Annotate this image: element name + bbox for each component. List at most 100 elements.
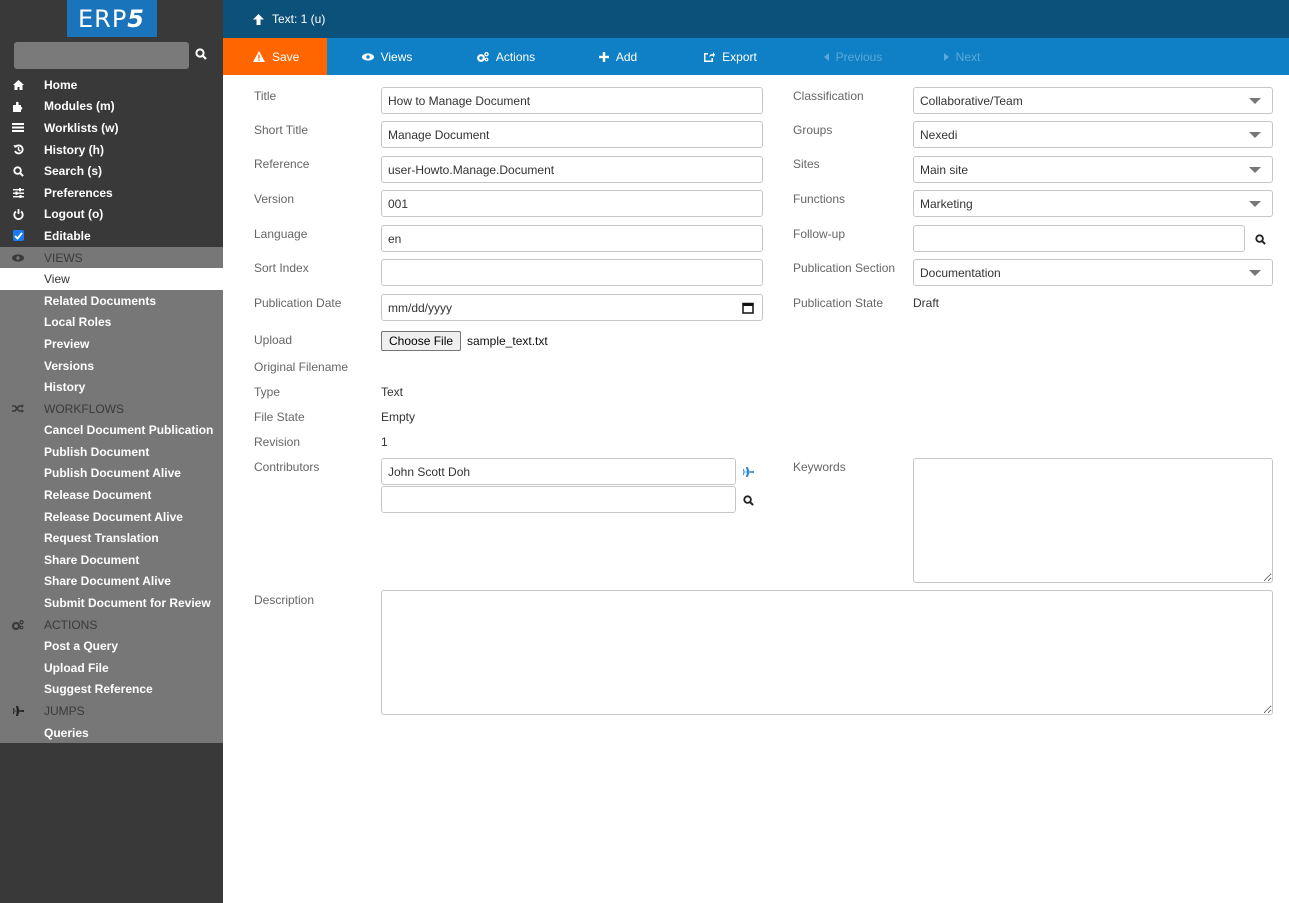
publication-state-label: Publication State	[793, 296, 884, 310]
sites-label: Sites	[793, 157, 820, 171]
puzzle-icon	[0, 101, 44, 112]
sidebar-item-editable[interactable]: Editable	[0, 225, 223, 247]
short-title-input[interactable]	[381, 121, 763, 148]
groups-label: Groups	[793, 123, 833, 137]
cogs-icon	[0, 619, 44, 630]
sidebar-view-history[interactable]: History	[0, 376, 223, 398]
sidebar-action-suggest-reference[interactable]: Suggest Reference	[0, 678, 223, 701]
classification-select[interactable]: Collaborative/Team	[913, 87, 1273, 114]
sidebar-workflow-item[interactable]: Share Document	[0, 549, 223, 571]
version-label: Version	[254, 192, 295, 206]
chevron-down-icon	[1249, 166, 1261, 173]
functions-label: Functions	[793, 192, 846, 206]
add-button[interactable]: Add	[565, 38, 671, 75]
plus-icon	[598, 51, 609, 62]
keywords-textarea[interactable]	[913, 458, 1273, 583]
functions-select[interactable]: Marketing	[913, 190, 1273, 217]
export-button[interactable]: Export	[671, 38, 789, 75]
sidebar-item-home[interactable]: Home	[0, 74, 223, 96]
sidebar-workflow-item[interactable]: Release Document	[0, 484, 223, 506]
upload-filename: sample_text.txt	[467, 334, 548, 348]
sidebar-jump-queries[interactable]: Queries	[0, 721, 223, 744]
views-button[interactable]: Views	[327, 38, 447, 75]
sidebar-workflow-item[interactable]: Cancel Document Publication	[0, 419, 223, 442]
title-input[interactable]	[381, 87, 763, 114]
sidebar-workflow-item[interactable]: Share Document Alive	[0, 570, 223, 593]
revision-value: 1	[381, 435, 388, 449]
sidebar-workflow-item[interactable]: Publish Document Alive	[0, 462, 223, 485]
breadcrumb[interactable]: Text: 1 (u)	[253, 12, 325, 26]
share-square-icon	[703, 51, 716, 62]
sites-select[interactable]: Main site	[913, 156, 1273, 183]
description-textarea[interactable]	[381, 590, 1273, 715]
sidebar-section-workflows: WORKFLOWS Cancel Document Publication Pu…	[0, 397, 223, 614]
publication-section-select[interactable]: Documentation	[913, 259, 1273, 286]
arrow-up-icon	[253, 13, 264, 25]
history-icon	[0, 144, 44, 155]
sidebar-item-search[interactable]: Search (s)	[0, 160, 223, 182]
previous-button[interactable]: Previous	[789, 38, 917, 75]
sidebar-item-worklists[interactable]: Worklists (w)	[0, 117, 223, 139]
sidebar-section-actions: ACTIONS Post a Query Upload File Suggest…	[0, 613, 223, 701]
search-icon[interactable]	[189, 47, 213, 63]
sidebar-view-preview[interactable]: Preview	[0, 333, 223, 355]
file-state-value: Empty	[381, 410, 416, 424]
publication-section-label: Publication Section	[793, 261, 896, 275]
choose-file-button[interactable]: Choose File	[381, 331, 462, 351]
tasks-icon	[0, 123, 44, 133]
description-label: Description	[254, 593, 315, 607]
title-label: Title	[254, 89, 277, 103]
short-title-label: Short Title	[254, 123, 309, 137]
sidebar-view-related-documents[interactable]: Related Documents	[0, 289, 223, 312]
plane-icon	[0, 706, 44, 717]
sidebar-view-view[interactable]: View	[0, 268, 223, 290]
save-button[interactable]: Save	[223, 38, 327, 75]
language-label: Language	[254, 227, 308, 241]
keywords-label: Keywords	[793, 460, 846, 474]
chevron-down-icon	[1249, 131, 1261, 138]
publication-date-input[interactable]: mm/dd/yyyy	[381, 294, 763, 321]
version-input[interactable]	[381, 190, 763, 217]
power-icon	[0, 208, 44, 220]
sidebar-section-jumps: JUMPS Queries	[0, 700, 223, 744]
sidebar-workflow-item[interactable]: Submit Document for Review	[0, 592, 223, 614]
sidebar-action-post-query[interactable]: Post a Query	[0, 635, 223, 658]
chevron-down-icon	[1249, 200, 1261, 207]
erp5-logo[interactable]: ERP 5	[66, 0, 157, 37]
chevron-down-icon	[1249, 269, 1261, 276]
upload-label: Upload	[254, 333, 293, 347]
caret-left-icon	[823, 52, 829, 61]
search-icon[interactable]	[1252, 231, 1268, 247]
classification-label: Classification	[793, 89, 864, 103]
sidebar-view-local-roles[interactable]: Local Roles	[0, 311, 223, 334]
search-icon[interactable]	[740, 492, 756, 508]
sidebar-workflow-item[interactable]: Release Document Alive	[0, 505, 223, 528]
header-bar: Text: 1 (u)	[223, 0, 1289, 38]
reference-input[interactable]	[381, 156, 763, 183]
sidebar-item-modules[interactable]: Modules (m)	[0, 96, 223, 118]
home-icon	[0, 79, 44, 90]
next-button[interactable]: Next	[917, 38, 1007, 75]
sidebar-action-upload-file[interactable]: Upload File	[0, 657, 223, 679]
contributor-input[interactable]	[381, 458, 736, 485]
calendar-icon[interactable]	[742, 302, 754, 314]
language-input[interactable]	[381, 225, 763, 252]
sort-index-input[interactable]	[381, 259, 763, 286]
eye-icon	[361, 52, 374, 61]
sidebar-search-input[interactable]	[14, 41, 189, 69]
type-label: Type	[254, 385, 281, 399]
contributor-new-input[interactable]	[381, 486, 736, 513]
sidebar-item-history[interactable]: History (h)	[0, 139, 223, 161]
sidebar-workflow-item[interactable]: Publish Document	[0, 441, 223, 463]
actions-button[interactable]: Actions	[447, 38, 565, 75]
sidebar-workflow-item[interactable]: Request Translation	[0, 527, 223, 550]
checkbox-checked-icon[interactable]	[12, 230, 24, 242]
sidebar-item-preferences[interactable]: Preferences	[0, 182, 223, 204]
jump-plane-icon[interactable]	[740, 464, 756, 480]
groups-select[interactable]: Nexedi	[913, 121, 1273, 148]
sidebar-item-logout[interactable]: Logout (o)	[0, 204, 223, 226]
sidebar-search	[0, 38, 223, 72]
cogs-icon	[476, 51, 489, 62]
follow-up-input[interactable]	[913, 225, 1245, 252]
sidebar-view-versions[interactable]: Versions	[0, 354, 223, 377]
